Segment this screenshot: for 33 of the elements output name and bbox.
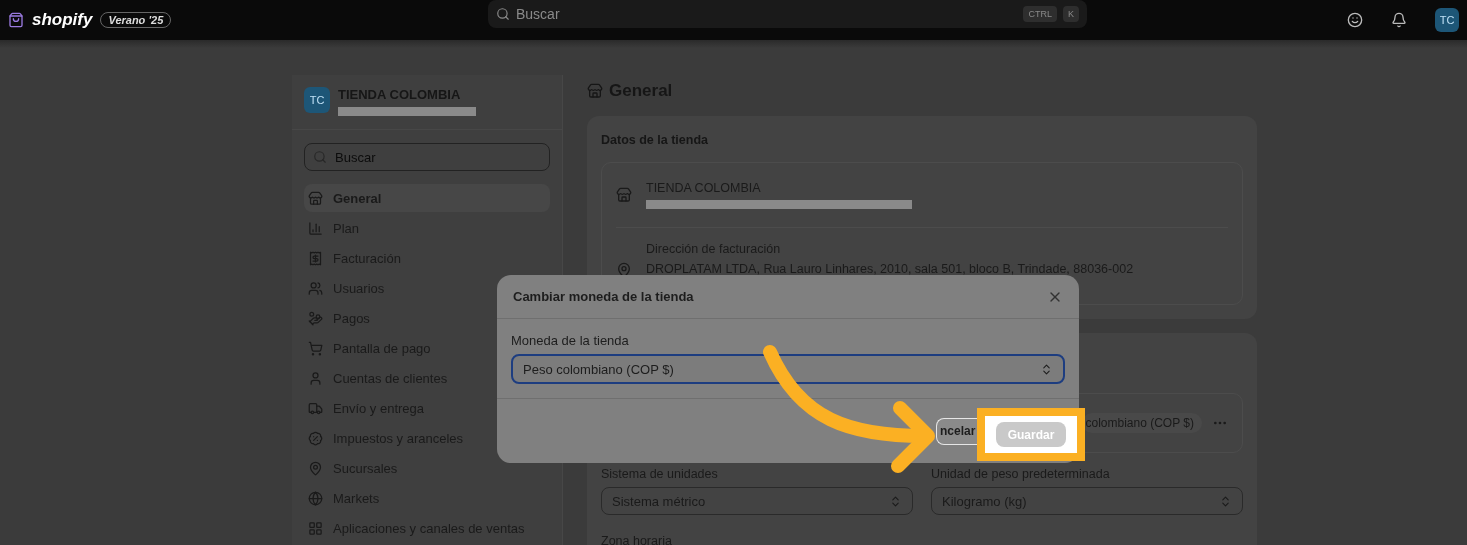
map-pin-icon (308, 460, 323, 476)
globe-icon (308, 490, 323, 506)
chevrons-icon (1219, 494, 1232, 508)
bell-icon[interactable] (1391, 12, 1407, 28)
search-field[interactable]: Buscar CTRL K (488, 0, 1087, 28)
dialog-title: Cambiar moneda de la tienda (513, 289, 694, 304)
hand-coins-icon (308, 310, 323, 326)
store-avatar: TC (304, 87, 330, 113)
store-icon (616, 187, 632, 203)
currency-select[interactable]: Peso colombiano (COP $) (511, 354, 1065, 384)
truck-icon (308, 400, 323, 416)
store-icon (587, 83, 603, 99)
users-icon (308, 280, 323, 296)
user-icon (308, 370, 323, 386)
cancel-button[interactable]: ncelar (936, 417, 978, 445)
percent-badge-icon (308, 430, 323, 446)
bar-chart-icon (308, 220, 323, 236)
keyboard-key: CTRL (1023, 6, 1057, 22)
chevrons-icon (1040, 362, 1053, 376)
grid-icon (308, 520, 323, 536)
store-icon (308, 190, 323, 206)
map-pin-icon (616, 262, 632, 278)
search-icon (313, 150, 327, 164)
chevrons-icon (889, 494, 902, 508)
face-icon[interactable] (1347, 12, 1363, 28)
receipt-icon (308, 250, 323, 266)
user-avatar[interactable]: TC (1435, 8, 1459, 32)
shopping-bag-icon (8, 12, 24, 28)
brand-logo[interactable]: shopify (32, 10, 93, 30)
keyboard-key: K (1063, 6, 1079, 22)
field-label: Moneda de la tienda (511, 333, 630, 348)
search-icon (496, 7, 510, 21)
cart-icon (308, 340, 323, 356)
